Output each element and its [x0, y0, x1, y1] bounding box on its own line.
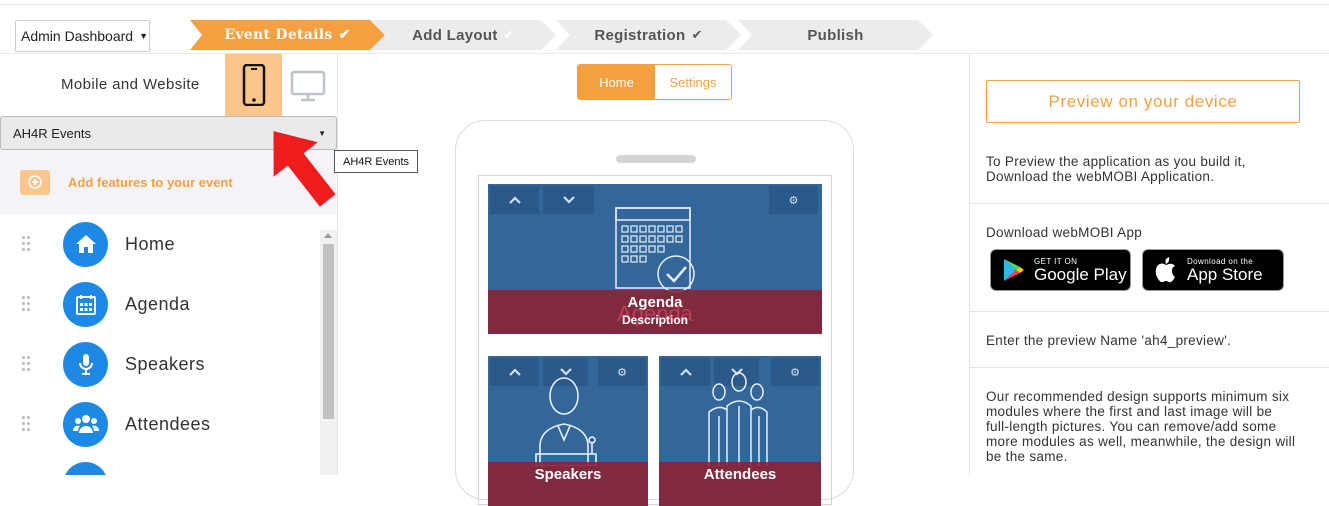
tab-home[interactable]: Home [578, 65, 655, 99]
tile-speakers[interactable]: ⚙ Speakers [488, 356, 648, 506]
badge-big-text: Google Play [1034, 264, 1127, 284]
tile-caption: Agenda Agenda Description [488, 290, 822, 334]
left-panel: Mobile and Website AH4R Events ▼ Add fea… [0, 54, 338, 475]
smartphone-icon [242, 64, 265, 106]
step-registration[interactable]: Registration ✔ [556, 20, 741, 50]
admin-dashboard-dropdown[interactable]: Admin Dashboard ▼ [15, 20, 150, 52]
right-panel: Preview on your device To Preview the ap… [969, 54, 1329, 475]
monitor-icon [290, 70, 326, 102]
desktop-device-toggle[interactable] [288, 66, 328, 106]
step-event-details[interactable]: Event Details ✔ [190, 20, 385, 50]
module-item-agenda[interactable]: Agenda [0, 274, 320, 334]
step-label: Publish [807, 26, 864, 44]
admin-dropdown-label: Admin Dashboard [21, 28, 134, 44]
step-label: Registration [594, 26, 686, 44]
layout-tabs: Home Settings [577, 64, 732, 100]
scroll-up-icon[interactable] [324, 233, 332, 238]
drag-handle-icon[interactable] [22, 356, 32, 372]
phone-preview: ⚙ Agenda Agenda Description ⚙ Speakers ⚙… [455, 120, 854, 506]
module-label: Attendees [125, 413, 211, 434]
drag-handle-icon[interactable] [22, 236, 32, 252]
speaker-outline-icon [535, 377, 597, 466]
step-add-layout[interactable]: Add Layout ✔ [371, 20, 556, 50]
gear-icon: ⚙ [788, 194, 799, 207]
move-down-button[interactable] [543, 186, 594, 214]
step-publish[interactable]: Publish [738, 20, 933, 50]
chevron-up-icon [508, 368, 521, 376]
phone-speaker [616, 155, 696, 163]
module-label: Home [125, 233, 176, 254]
module-label: Agenda [125, 293, 191, 314]
checkmark-icon: ✔ [503, 27, 515, 42]
design-note-line-1: Our recommended design supports minimum … [986, 389, 1290, 404]
module-list: Home Agenda Speakers Attendees [0, 214, 320, 475]
users-icon [63, 401, 108, 447]
tile-settings-button[interactable]: ⚙ [769, 186, 818, 214]
tile-title: Attendees [659, 462, 821, 506]
apple-icon [1155, 257, 1175, 283]
microphone-icon [63, 341, 108, 387]
checkmark-icon: ✔ [691, 27, 703, 42]
event-select-value: AH4R Events [13, 125, 92, 141]
chevron-up-icon [508, 196, 521, 204]
google-play-badge[interactable]: GET IT ON Google Play [990, 249, 1131, 291]
add-features-label: Add features to your event [68, 174, 233, 190]
preview-help-line-2: Download the webMOBI Application. [986, 169, 1215, 184]
divider [970, 367, 1329, 368]
move-up-button[interactable] [490, 186, 539, 214]
preview-help-line-1: To Preview the application as you build … [986, 154, 1246, 169]
calendar-outline-icon [615, 207, 695, 293]
divider [970, 203, 1329, 204]
design-note-line-3: full-length pictures. You can remove/add… [986, 419, 1277, 434]
module-item-home[interactable]: Home [0, 214, 320, 274]
tab-settings[interactable]: Settings [655, 65, 731, 99]
design-note-line-2: modules where the first and last image w… [986, 404, 1273, 419]
design-note-line-5: be the same. [986, 449, 1068, 464]
google-play-icon [1004, 259, 1024, 281]
chevron-down-icon [562, 196, 575, 204]
chevron-up-icon [679, 368, 692, 376]
design-note-line-4: more modules as well, meanwhile, the des… [986, 434, 1296, 449]
tile-attendees[interactable]: ⚙ Attendees [659, 356, 821, 506]
red-arrow-icon [273, 131, 336, 207]
module-label: Speakers [125, 353, 206, 374]
checkmark-icon: ✔ [338, 27, 351, 43]
tile-title: Speakers [488, 462, 648, 506]
gear-icon: ⚙ [617, 366, 627, 379]
top-border [0, 0, 1329, 5]
mobile-device-toggle[interactable] [225, 54, 282, 116]
step-label: Event Details [224, 27, 333, 43]
module-item-partial[interactable] [0, 454, 320, 475]
calendar-icon [63, 281, 108, 327]
phone-screen: ⚙ Agenda Agenda Description ⚙ Speakers ⚙… [478, 175, 832, 506]
drag-handle-icon[interactable] [22, 416, 32, 432]
scrollbar-thumb[interactable] [323, 244, 334, 419]
plus-circle-icon [20, 169, 50, 195]
module-list-scrollbar[interactable] [320, 230, 337, 475]
drag-handle-icon[interactable] [22, 296, 32, 312]
preview-on-device-button[interactable]: Preview on your device [986, 80, 1300, 123]
tile-agenda[interactable]: ⚙ Agenda Agenda Description [488, 184, 822, 334]
group-outline-icon [708, 372, 768, 466]
platform-label: Mobile and Website [61, 76, 200, 93]
tile-subtitle: Description [621, 313, 688, 327]
home-icon [63, 221, 108, 267]
module-item-speakers[interactable]: Speakers [0, 334, 320, 394]
download-label: Download webMOBI App [986, 225, 1143, 240]
module-icon [63, 461, 108, 475]
divider [970, 311, 1329, 312]
preview-name-text: Enter the preview Name 'ah4_preview'. [986, 333, 1232, 348]
caret-down-icon: ▼ [139, 31, 148, 41]
badge-big-text: App Store [1187, 264, 1263, 284]
step-label: Add Layout [412, 26, 498, 44]
module-item-attendees[interactable]: Attendees [0, 394, 320, 454]
gear-icon: ⚙ [790, 366, 800, 379]
app-store-badge[interactable]: Download on the App Store [1142, 249, 1284, 291]
